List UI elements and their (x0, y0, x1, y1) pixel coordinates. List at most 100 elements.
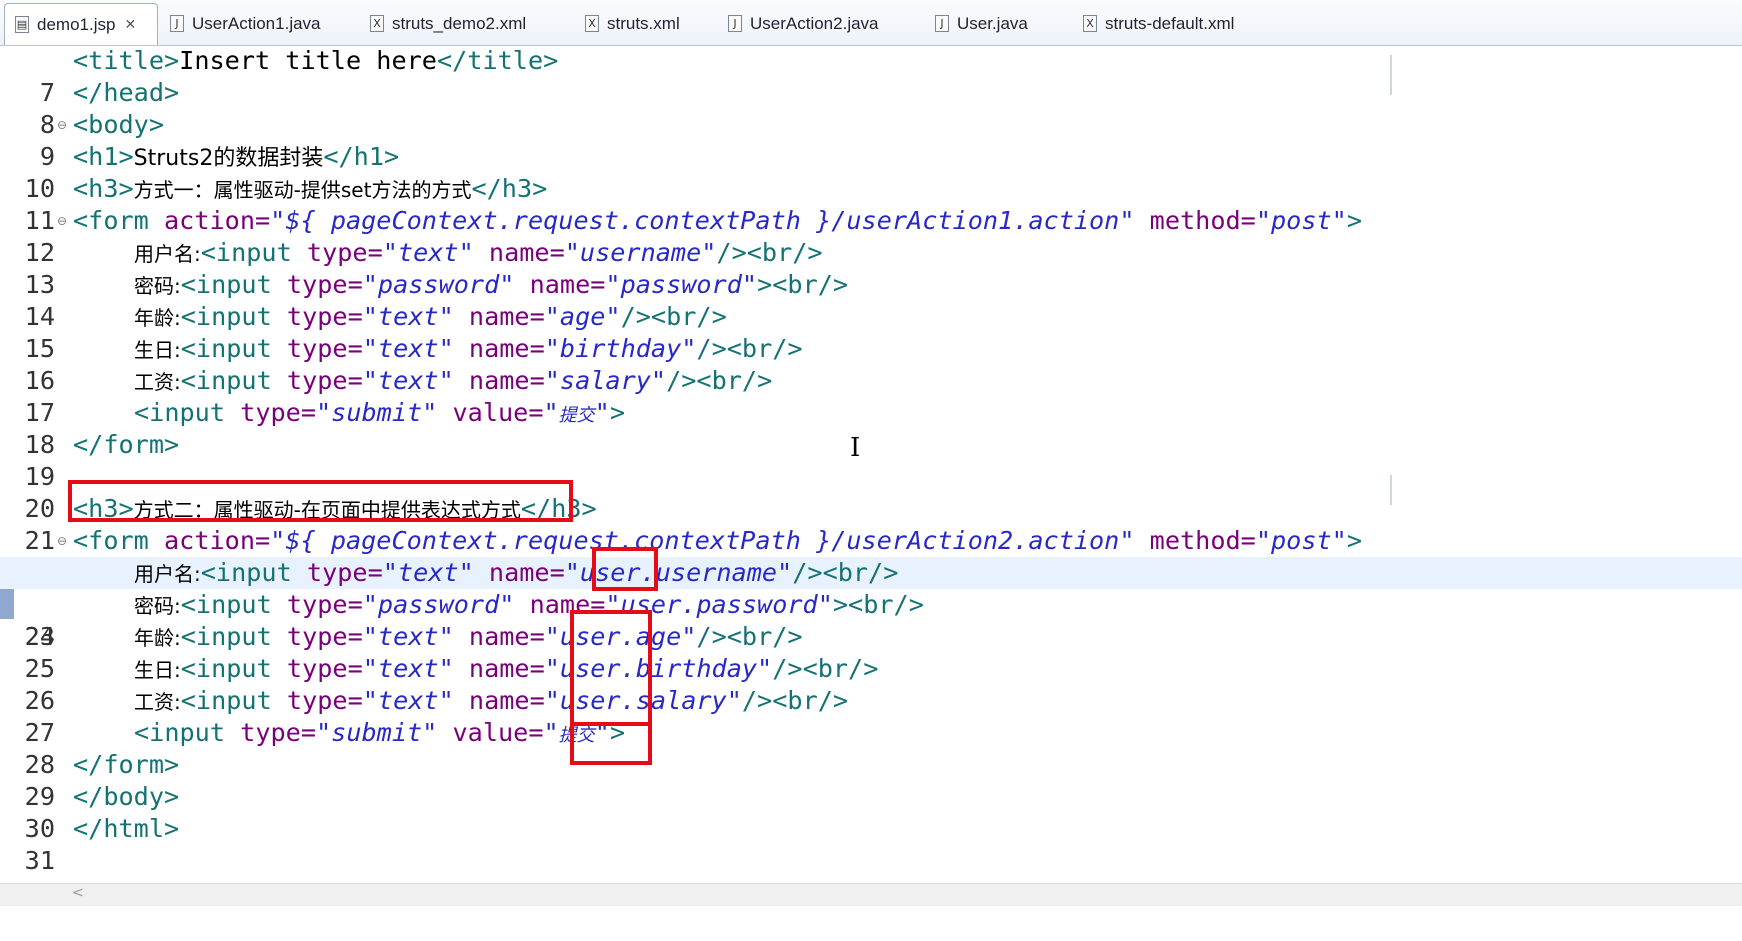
code-line[interactable]: 22 ⊖ <form action="${ pageContext.reques… (0, 525, 1742, 587)
code-token: /> (792, 558, 823, 587)
tab-struts-xml[interactable]: X struts.xml (575, 3, 690, 44)
code-token: type= (291, 238, 383, 267)
tab-label: demo1.jsp (37, 14, 116, 34)
code-token: <br/> (650, 302, 727, 331)
code-token: <input (180, 302, 272, 331)
code-token: type= (271, 654, 363, 683)
tab-struts-default-xml[interactable]: X struts-default.xml (1073, 3, 1244, 44)
code-token: name= (514, 270, 606, 299)
code-line[interactable]: 12 ⊖ <form action="${ pageContext.reques… (0, 205, 1742, 267)
code-token: type= (271, 270, 363, 299)
tab-label: struts_demo2.xml (392, 13, 527, 33)
code-token: "post" (1255, 526, 1347, 555)
code-token: " (543, 398, 559, 427)
code-line[interactable]: 13 用户名:<input type="text" name="username… (0, 237, 1742, 299)
code-token: name= (473, 558, 565, 587)
code-line[interactable]: 28 <input type="submit" value="提交"> (0, 717, 1742, 779)
field-label: 生日: (134, 658, 181, 682)
horizontal-scrollbar[interactable]: < (0, 883, 1742, 906)
code-line[interactable]: 16 生日:<input type="text" name="birthday"… (0, 333, 1742, 395)
code-token: name= (473, 238, 565, 267)
code-line[interactable]: 8 </head> (0, 77, 1742, 139)
java-file-icon: J (170, 15, 184, 32)
code-token: </h3> (471, 174, 548, 203)
tab-useraction2-java[interactable]: J UserAction2.java (718, 3, 889, 44)
code-token: /> (696, 622, 727, 651)
tab-user-java[interactable]: J User.java (925, 3, 1038, 44)
editor-tab-bar: ▤ demo1.jsp ✕ J UserAction1.java X strut… (0, 0, 1742, 46)
close-icon[interactable]: ✕ (124, 17, 136, 33)
tab-label: UserAction2.java (750, 13, 879, 33)
code-line[interactable]: 24 密码:<input type="password" name="user.… (0, 589, 1742, 651)
tab-struts-demo2-xml[interactable]: X struts_demo2.xml (360, 3, 536, 44)
fold-icon[interactable]: ⊖ (57, 109, 67, 141)
code-line[interactable]: 26 生日:<input type="text" name="user.birt… (0, 653, 1742, 715)
tab-label: User.java (957, 13, 1028, 33)
field-label: 用户名: (134, 242, 201, 266)
code-line[interactable]: 19 </form> (0, 429, 1742, 491)
fold-icon[interactable]: ⊖ (57, 525, 67, 557)
code-token: </form> (73, 430, 180, 459)
field-label: 工资: (134, 370, 181, 394)
submit-value-text: 提交 (558, 725, 595, 746)
tab-useraction1-java[interactable]: J UserAction1.java (160, 3, 331, 44)
tab-label: struts.xml (607, 13, 680, 33)
code-token: action= (148, 206, 271, 235)
submit-value-text: 提交 (558, 405, 595, 426)
code-line[interactable]: 14 密码:<input type="password" name="passw… (0, 269, 1742, 331)
code-editor[interactable]: 7 <title>Insert title here</title> 8 </h… (0, 45, 1742, 906)
code-line[interactable]: 29 </form> (0, 749, 1742, 811)
code-line[interactable]: 30 </body> (0, 781, 1742, 843)
code-line[interactable]: 7 <title>Insert title here</title> (0, 45, 1742, 107)
code-token: type= (271, 334, 363, 363)
code-token: " (594, 718, 610, 747)
code-token: <br/> (848, 590, 924, 619)
code-token: <input (180, 686, 272, 715)
code-token: > (832, 590, 849, 619)
code-line[interactable]: 11 <h3>方式一：属性驱动-提供set方法的方式</h3> (0, 173, 1742, 235)
code-line[interactable]: 17 工资:<input type="text" name="salary"/>… (0, 365, 1742, 427)
code-token: </head> (73, 78, 180, 107)
code-line[interactable]: 9 ⊖ <body> (0, 109, 1742, 171)
code-token: value= (437, 398, 544, 427)
code-token: type= (271, 590, 363, 619)
code-token: <form (73, 526, 149, 555)
code-token: "${ pageContext.request.contextPath }/us… (270, 526, 1135, 555)
code-line[interactable]: 25 年龄:<input type="text" name="user.age"… (0, 621, 1742, 683)
code-token: "salary" (544, 366, 667, 395)
code-token: name= (453, 302, 545, 331)
fold-icon[interactable]: ⊖ (57, 205, 67, 237)
code-token: <br/> (822, 558, 899, 587)
code-token: name= (514, 590, 606, 619)
tab-demo1-jsp[interactable]: ▤ demo1.jsp ✕ (4, 3, 158, 45)
scroll-left-icon[interactable]: < (72, 885, 84, 901)
code-token: </html> (73, 814, 180, 843)
code-line[interactable]: 10 <h1>Struts2的数据封装</h1> (0, 141, 1742, 203)
code-token: /> (741, 686, 773, 715)
code-token: value= (437, 718, 544, 747)
code-token: "user.username" (564, 558, 793, 587)
tab-label: struts-default.xml (1105, 13, 1235, 33)
h3-text: 方式二：属性驱动-在页面中提供表达式方式 (133, 498, 521, 522)
code-token: "text" (362, 366, 454, 395)
code-token: type= (225, 398, 316, 427)
code-token: "user.age" (544, 622, 697, 651)
tab-label: UserAction1.java (192, 13, 321, 33)
code-line[interactable]: 18 <input type="submit" value="提交"> (0, 397, 1742, 459)
code-line[interactable]: 31 </html> (0, 813, 1742, 875)
code-token: "password" (362, 590, 515, 619)
code-line[interactable]: 20 (0, 461, 1742, 523)
code-line[interactable]: 21 <h3>方式二：属性驱动-在页面中提供表达式方式</h3> (0, 493, 1742, 555)
code-line[interactable]: 15 年龄:<input type="text" name="age"/><br… (0, 301, 1742, 363)
field-label: 密码: (134, 594, 181, 618)
code-token: "user.salary" (544, 686, 742, 715)
code-token: <body> (73, 110, 164, 139)
code-line-current[interactable]: 23 用户名:<input type="text" name="user.use… (0, 557, 1742, 651)
code-token: <title> (73, 46, 180, 75)
code-line[interactable]: 27 工资:<input type="text" name="user.sala… (0, 685, 1742, 747)
code-token: <input (134, 398, 225, 427)
h3-text: 方式一：属性驱动-提供set方法的方式 (133, 178, 472, 202)
code-token: "user.password" (605, 590, 833, 619)
jsp-file-icon: ▤ (15, 16, 29, 33)
code-token: <br/> (746, 238, 823, 267)
